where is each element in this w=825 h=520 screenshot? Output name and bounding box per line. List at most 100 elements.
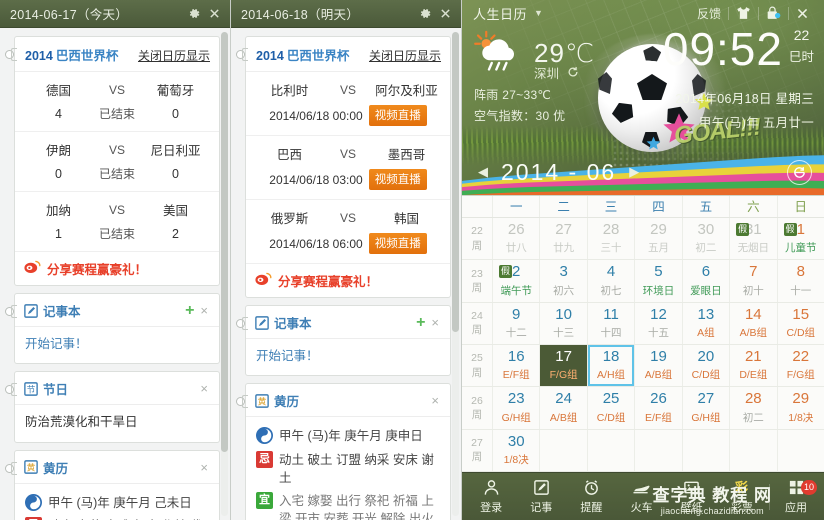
next-month-button[interactable]: ▶ <box>625 164 643 180</box>
yi-text: 入宅 嫁娶 出行 祭祀 祈福 上梁 开市 安葬 开光 解除 出火 拆卸 修造 栽… <box>279 493 434 520</box>
calendar-week-row: 22 周 26 廿八 27 廿九 28 三十 29 五月 30 初二假 31 无烟日假 1 儿童节 <box>462 218 824 261</box>
calendar-day-cell[interactable]: 8 十一 <box>776 260 824 302</box>
close-icon[interactable]: × <box>197 304 211 317</box>
refresh-icon[interactable] <box>567 67 579 81</box>
vs-label: VS <box>108 202 125 217</box>
calendar-day-cell[interactable]: 3 初六 <box>539 260 586 302</box>
prev-month-button[interactable]: ◀ <box>474 164 492 180</box>
calendar-day-cell[interactable]: 27 廿九 <box>539 218 586 260</box>
day-sublabel: 三十 <box>600 242 622 255</box>
calendar-day-cell[interactable]: 30 初二 <box>681 218 729 260</box>
gear-icon[interactable] <box>415 4 435 24</box>
worldcup-hide-link[interactable]: 关闭日历显示 <box>369 47 441 64</box>
calendar-day-cell[interactable]: 12 十五 <box>634 302 681 344</box>
taiji-icon <box>256 427 273 445</box>
add-note-button[interactable]: + <box>413 314 428 331</box>
close-icon[interactable]: × <box>428 394 442 407</box>
worldcup-hide-link[interactable]: 关闭日历显示 <box>138 47 210 64</box>
day-number: 24 <box>555 390 572 408</box>
calendar-day-cell[interactable]: 28 三十 <box>586 218 634 260</box>
close-icon[interactable]: × <box>428 316 442 329</box>
match-row[interactable]: 比利时 VS 阿尔及利亚 2014/06/18 00:00 视频直播 <box>246 72 450 136</box>
notebook-title: 记事本 <box>43 305 81 319</box>
gear-icon[interactable] <box>184 4 204 24</box>
calendar-day-cell[interactable]: 11 十四 <box>586 302 634 344</box>
calendar-day-cell[interactable]: 26 E/F组 <box>634 387 681 429</box>
match-state: 已结束 <box>98 107 135 121</box>
calendar-day-cell[interactable]: 15 C/D组 <box>776 302 824 344</box>
calendar-day-cell[interactable]: 6 爱眼日 <box>681 260 729 302</box>
calendar-day-cell[interactable]: 28 初二 <box>729 387 776 429</box>
calendar-day-cell[interactable]: 假 2 端午节 <box>492 260 539 302</box>
feedback-button[interactable]: 反馈 <box>690 5 728 22</box>
close-icon[interactable] <box>204 4 224 24</box>
tshirt-icon[interactable] <box>729 5 758 22</box>
notebook-body[interactable]: 开始记事！ <box>246 339 450 375</box>
match-row[interactable]: 伊朗 VS 尼日利亚 0 已结束 0 <box>15 132 219 192</box>
calendar-day-cell[interactable]: 5 环境日 <box>634 260 681 302</box>
weekday-wed: 三 <box>586 196 634 217</box>
toolbar-label: 提醒 <box>580 502 603 514</box>
toolbar-train[interactable]: 火车 <box>617 478 667 515</box>
calendar-day-cell[interactable]: 假 1 儿童节 <box>776 218 824 260</box>
share-row[interactable]: 分享赛程赢豪礼！ <box>15 252 219 285</box>
toolbar-lottery[interactable]: 彩 彩票 <box>717 478 767 515</box>
calendar-day-cell[interactable]: 18 A/H组 <box>586 344 634 387</box>
weather-widget[interactable]: 29℃ 深圳 阵雨 27~33℃ 空气指数：30 优 <box>474 30 595 124</box>
calendar-day-cell[interactable]: 24 A/B组 <box>539 387 586 429</box>
today-icon[interactable] <box>787 159 812 185</box>
live-video-button[interactable]: 视频直播 <box>368 105 427 126</box>
calendar-day-cell[interactable]: 30 1/8决 <box>492 429 539 471</box>
calendar-day-cell[interactable]: 21 D/E组 <box>729 344 776 387</box>
toolbar-note[interactable]: 记事 <box>516 478 566 515</box>
popup2-scrollbar[interactable] <box>452 32 459 516</box>
match-row[interactable]: 俄罗斯 VS 韩国 2014/06/18 06:00 视频直播 <box>246 200 450 264</box>
calendar-day-cell[interactable]: 7 初十 <box>729 260 776 302</box>
calendar-day-cell[interactable]: 20 C/D组 <box>681 344 729 387</box>
match-row[interactable]: 巴西 VS 墨西哥 2014/06/18 03:00 视频直播 <box>246 136 450 200</box>
calendar-day-cell[interactable]: 9 十二 <box>492 302 539 344</box>
share-label[interactable]: 分享赛程赢豪礼！ <box>47 259 147 278</box>
calendar-day-cell[interactable]: 23 G/H组 <box>492 387 539 429</box>
current-month-label[interactable]: 2014 - 06 <box>501 159 616 186</box>
calendar-day-cell[interactable]: 19 A/B组 <box>634 344 681 387</box>
day-number: 21 <box>744 347 762 365</box>
calendar-day-cell[interactable]: 4 初七 <box>586 260 634 302</box>
add-note-button[interactable]: + <box>182 302 197 319</box>
weather-air-index: 空气指数：30 优 <box>474 109 566 123</box>
match-row[interactable]: 加纳 VS 美国 1 已结束 2 <box>15 192 219 252</box>
close-icon[interactable] <box>789 5 816 22</box>
calendar-day-cell[interactable]: 10 十三 <box>539 302 586 344</box>
close-icon[interactable]: × <box>197 382 211 395</box>
close-icon[interactable] <box>435 4 455 24</box>
calendar-day-cell[interactable]: 假 31 无烟日 <box>729 218 776 260</box>
chevron-down-icon[interactable]: ▼ <box>534 8 543 18</box>
calendar-day-cell[interactable]: 17 F/G组 <box>539 344 587 387</box>
calendar-day-cell[interactable]: 25 C/D组 <box>586 387 634 429</box>
clock-shichen: 巳时 <box>788 50 814 65</box>
calendar-day-cell[interactable]: 14 A/B组 <box>729 302 776 344</box>
calendar-day-cell[interactable]: 22 F/G组 <box>776 344 824 387</box>
match-row[interactable]: 德国 VS 葡萄牙 4 已结束 0 <box>15 72 219 132</box>
toolbar-wallpaper[interactable]: 壁纸 <box>667 478 717 515</box>
calendar-day-cell[interactable]: 26 廿八 <box>492 218 539 260</box>
calendar-day-cell[interactable]: 29 1/8决 <box>776 387 824 429</box>
calendar-day-cell[interactable]: 16 E/F组 <box>492 344 539 387</box>
worldcup-name: 巴西世界杯 <box>55 49 119 63</box>
notebook-body[interactable]: 开始记事！ <box>15 327 219 363</box>
calendar-day-cell[interactable]: 29 五月 <box>634 218 681 260</box>
toolbar-login[interactable]: 登录 <box>466 478 516 515</box>
toolbar-alarm[interactable]: 提醒 <box>566 478 616 515</box>
share-label[interactable]: 分享赛程赢豪礼！ <box>278 271 378 290</box>
lock-icon[interactable] <box>759 5 788 22</box>
calendar-day-cell[interactable]: 27 G/H组 <box>681 387 729 429</box>
live-video-button[interactable]: 视频直播 <box>368 169 427 190</box>
share-row[interactable]: 分享赛程赢豪礼！ <box>246 264 450 297</box>
match-time: 2014/06/18 06:00 <box>269 236 363 251</box>
ji-row: 忌 破土 安葬 斋醮 行丧 作灶 伐木 <box>25 515 209 520</box>
toolbar-apps[interactable]: 应用 10 <box>772 478 820 515</box>
popup1-scrollbar[interactable] <box>221 32 228 516</box>
live-video-button[interactable]: 视频直播 <box>368 233 427 254</box>
close-icon[interactable]: × <box>197 461 211 474</box>
calendar-day-cell[interactable]: 13 A组 <box>681 302 729 344</box>
